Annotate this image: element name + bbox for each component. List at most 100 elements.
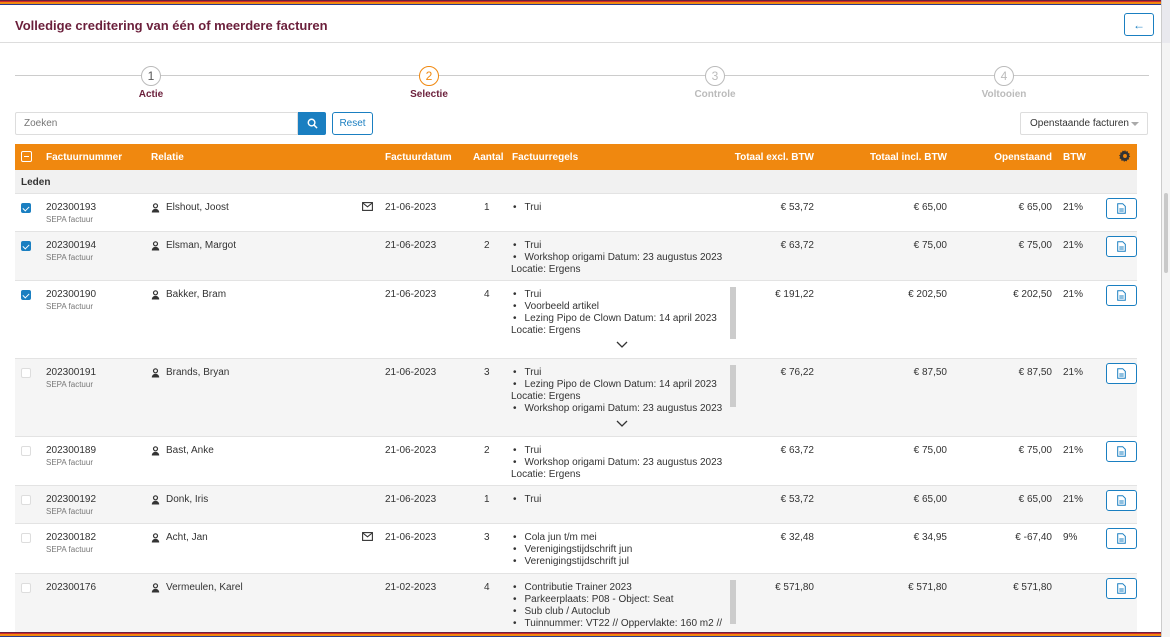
user-icon xyxy=(151,367,160,377)
row-checkbox[interactable] xyxy=(21,290,31,300)
invoice-table: Factuurnummer Relatie Factuurdatum Aanta… xyxy=(15,144,1137,637)
document-button[interactable] xyxy=(1106,236,1137,257)
col-excl[interactable]: Totaal excl. BTW xyxy=(735,152,814,163)
invoice-cell: 202300191 SEPA factuur xyxy=(46,367,96,389)
vat-rate: 21% xyxy=(1063,367,1084,378)
table-row[interactable]: 202300189 SEPA factuur Bast, Anke 21-06-2… xyxy=(15,437,1137,486)
invoice-cell: 202300189 SEPA factuur xyxy=(46,445,96,467)
search-input[interactable] xyxy=(15,112,298,135)
col-relation[interactable]: Relatie xyxy=(151,152,184,163)
row-checkbox[interactable] xyxy=(21,368,31,378)
row-checkbox[interactable] xyxy=(21,495,31,505)
invoice-date: 21-06-2023 xyxy=(385,445,437,456)
invoice-cell: 202300194 SEPA factuur xyxy=(46,240,96,262)
invoice-line-detail: Locatie: Ergens xyxy=(511,325,581,336)
relation-name: Bakker, Bram xyxy=(166,289,227,300)
page-scrollbar[interactable] xyxy=(1162,43,1170,637)
invoice-filter-select[interactable]: Openstaande facturen xyxy=(1020,112,1148,135)
line-count: 4 xyxy=(484,582,490,593)
table-row[interactable]: 202300191 SEPA factuur Brands, Bryan 21-0… xyxy=(15,359,1137,437)
invoice-lines: Trui xyxy=(511,202,736,214)
row-checkbox[interactable] xyxy=(21,241,31,251)
document-button[interactable] xyxy=(1106,285,1137,306)
invoice-type: SEPA factuur xyxy=(46,380,93,389)
col-open[interactable]: Openstaand xyxy=(994,152,1052,163)
vat-rate: 21% xyxy=(1063,445,1084,456)
step-selectie[interactable]: 2 Selectie xyxy=(369,66,489,100)
invoice-type: SEPA factuur xyxy=(46,302,93,311)
chevron-down-icon xyxy=(1131,122,1139,126)
line-count: 4 xyxy=(484,289,490,300)
invoice-type: SEPA factuur xyxy=(46,215,93,224)
invoice-lines: TruiWorkshop origami Datum: 23 augustus … xyxy=(511,445,736,481)
col-count[interactable]: Aantal xyxy=(473,152,504,163)
app-window: Volledige creditering van één of meerder… xyxy=(0,0,1162,637)
table-row[interactable]: 202300194 SEPA factuur Elsman, Margot 21-… xyxy=(15,232,1137,281)
lines-scrollbar[interactable] xyxy=(730,580,736,624)
wizard-steps: 1 Actie 2 Selectie 3 Controle 4 Voltooie… xyxy=(15,66,1149,106)
step-number: 4 xyxy=(994,66,1014,86)
invoice-number: 202300191 xyxy=(46,367,97,378)
invoice-type: SEPA factuur xyxy=(46,507,93,516)
table-row[interactable]: 202300176 Vermeulen, Karel 21-02-2023 4 … xyxy=(15,574,1137,637)
col-btw[interactable]: BTW xyxy=(1063,152,1086,163)
invoice-cell: 202300182 SEPA factuur xyxy=(46,532,96,554)
step-label: Voltooien xyxy=(981,89,1027,100)
table-row[interactable]: 202300182 SEPA factuur Acht, Jan 21-06-20… xyxy=(15,524,1137,574)
table-row[interactable]: 202300192 SEPA factuur Donk, Iris 21-06-2… xyxy=(15,486,1137,524)
document-button[interactable] xyxy=(1106,441,1137,462)
document-button[interactable] xyxy=(1106,578,1137,599)
row-checkbox[interactable] xyxy=(21,533,31,543)
row-checkbox[interactable] xyxy=(21,203,31,213)
chevron-down-icon[interactable] xyxy=(616,341,628,348)
col-date[interactable]: Factuurdatum xyxy=(385,152,452,163)
step-actie[interactable]: 1 Actie xyxy=(91,66,211,100)
bottom-stripe xyxy=(0,632,1161,637)
relation-cell: Vermeulen, Karel xyxy=(151,582,243,593)
col-invoice[interactable]: Factuurnummer xyxy=(46,152,122,163)
invoice-line: Lezing Pipo de Clown Datum: 14 april 202… xyxy=(511,379,736,391)
chevron-down-icon[interactable] xyxy=(616,420,628,427)
mail-icon[interactable] xyxy=(362,202,373,211)
table-row[interactable]: 202300190 SEPA factuur Bakker, Bram 21-06… xyxy=(15,281,1137,359)
vat-rate: 21% xyxy=(1063,240,1084,251)
step-label: Controle xyxy=(694,89,736,100)
invoice-date: 21-06-2023 xyxy=(385,494,437,505)
line-count: 2 xyxy=(484,240,490,251)
invoice-line-detail: Locatie: Ergens xyxy=(511,264,581,275)
lines-scrollbar[interactable] xyxy=(730,287,736,339)
document-button[interactable] xyxy=(1106,490,1137,511)
search-button[interactable] xyxy=(298,112,326,135)
row-checkbox[interactable] xyxy=(21,446,31,456)
back-button[interactable]: ← xyxy=(1124,13,1154,36)
total-excl: € 63,72 xyxy=(780,445,814,456)
mail-icon[interactable] xyxy=(362,532,373,541)
row-checkbox[interactable] xyxy=(21,583,31,593)
invoice-number: 202300192 xyxy=(46,494,97,505)
document-button[interactable] xyxy=(1106,363,1137,384)
step-number: 3 xyxy=(705,66,725,86)
step-number: 1 xyxy=(141,66,161,86)
invoice-number: 202300176 xyxy=(46,582,97,593)
invoice-line: Trui xyxy=(511,367,736,379)
relation-cell: Brands, Bryan xyxy=(151,367,229,378)
col-incl[interactable]: Totaal incl. BTW xyxy=(870,152,947,163)
document-button[interactable] xyxy=(1106,198,1137,219)
invoice-line: Lezing Pipo de Clown Datum: 14 april 202… xyxy=(511,313,736,325)
invoice-date: 21-06-2023 xyxy=(385,367,437,378)
document-button[interactable] xyxy=(1106,528,1137,549)
select-all-checkbox[interactable] xyxy=(21,151,32,162)
invoice-lines: TruiVoorbeeld artikelLezing Pipo de Clow… xyxy=(511,289,736,337)
gear-icon[interactable] xyxy=(1119,150,1131,165)
page-scrollbar-thumb[interactable] xyxy=(1164,193,1168,273)
invoice-line: Trui xyxy=(511,289,736,301)
lines-scrollbar[interactable] xyxy=(730,365,736,407)
group-header: Leden xyxy=(15,170,1137,194)
line-count: 3 xyxy=(484,532,490,543)
filter-value: Openstaande facturen xyxy=(1030,118,1129,129)
table-row[interactable]: 202300193 SEPA factuur Elshout, Joost 21-… xyxy=(15,194,1137,232)
step-voltooien: 4 Voltooien xyxy=(944,66,1064,100)
invoice-line: Workshop origami Datum: 23 augustus 2023 xyxy=(511,403,736,415)
reset-button[interactable]: Reset xyxy=(332,112,373,135)
vat-rate: 21% xyxy=(1063,494,1084,505)
